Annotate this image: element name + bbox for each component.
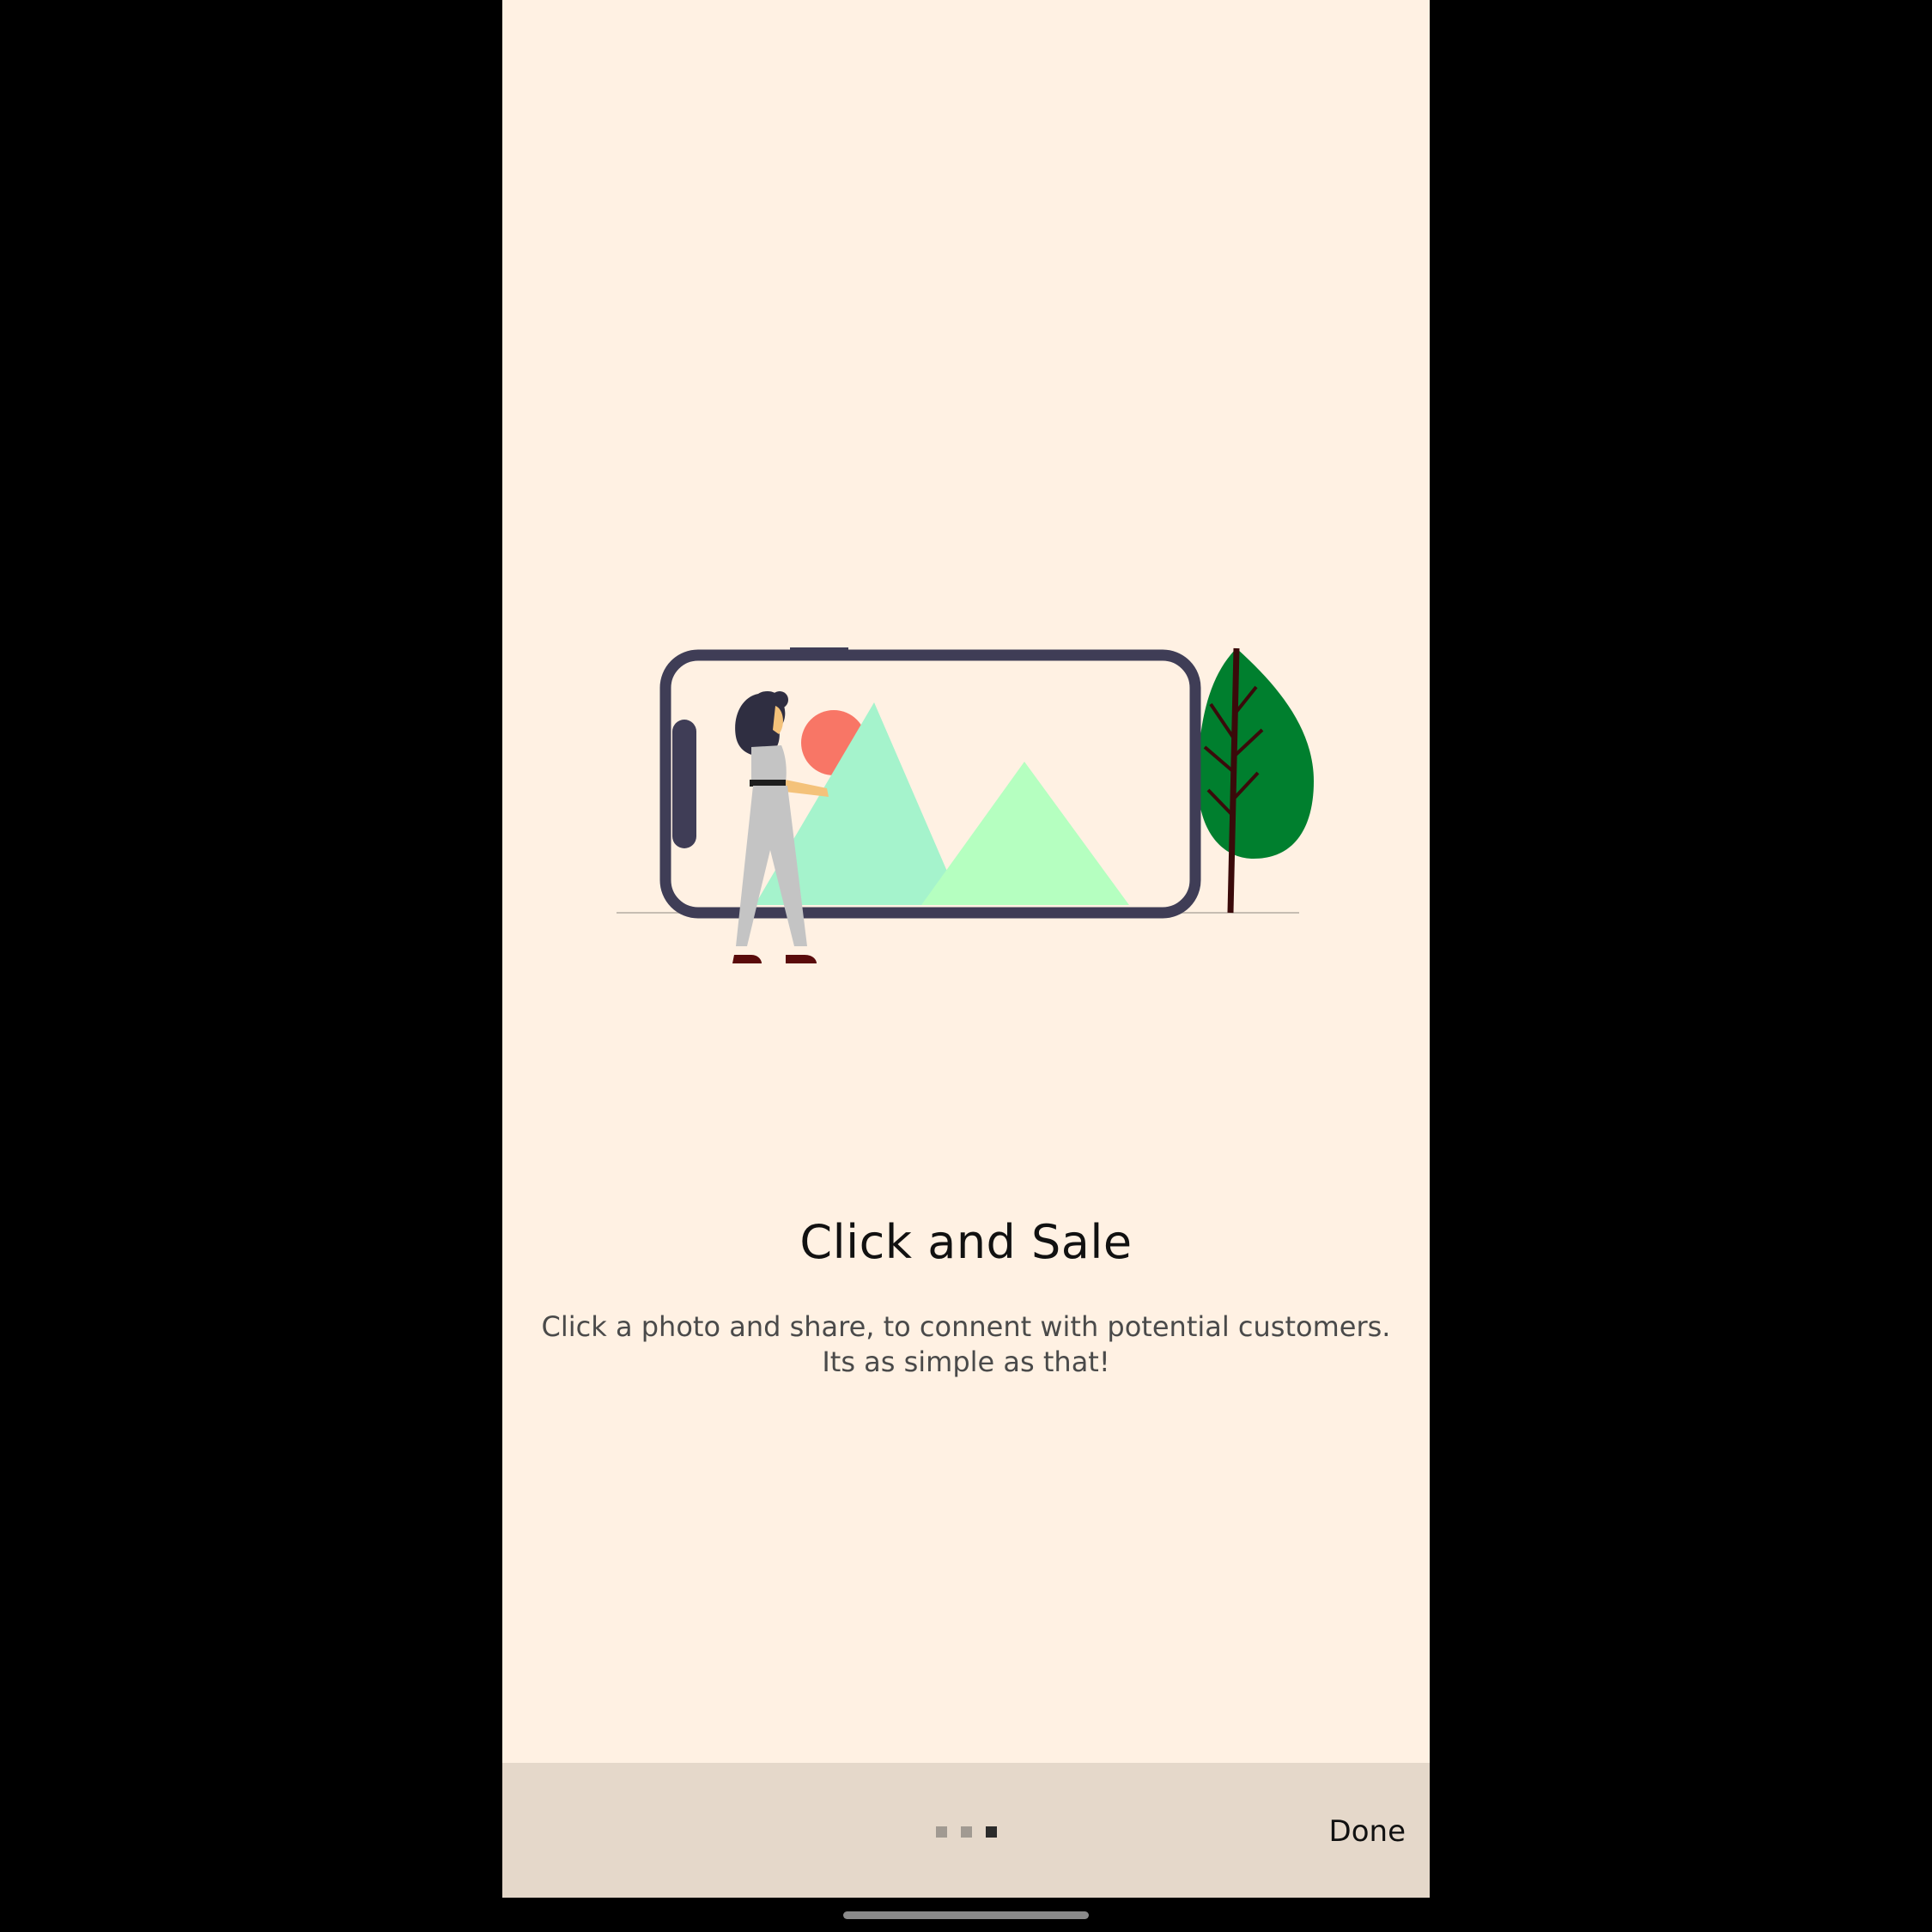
onboarding-screen: Click and Sale Click a photo and share, …	[502, 0, 1430, 1898]
tree-icon	[1198, 647, 1314, 914]
done-button[interactable]: Done	[1329, 1814, 1406, 1849]
onboarding-title: Click and Sale	[799, 1215, 1133, 1269]
page-dot-3-active[interactable]	[986, 1826, 997, 1838]
home-indicator[interactable]	[843, 1911, 1089, 1919]
page-dot-2[interactable]	[961, 1826, 972, 1838]
onboarding-footer: Done	[502, 1763, 1430, 1898]
photo-scene-icon	[755, 702, 1129, 905]
page-indicator	[936, 1826, 997, 1838]
page-dot-1[interactable]	[936, 1826, 947, 1838]
onboarding-description: Click a photo and share, to connent with…	[541, 1310, 1391, 1378]
photo-capture-illustration	[617, 647, 1314, 963]
